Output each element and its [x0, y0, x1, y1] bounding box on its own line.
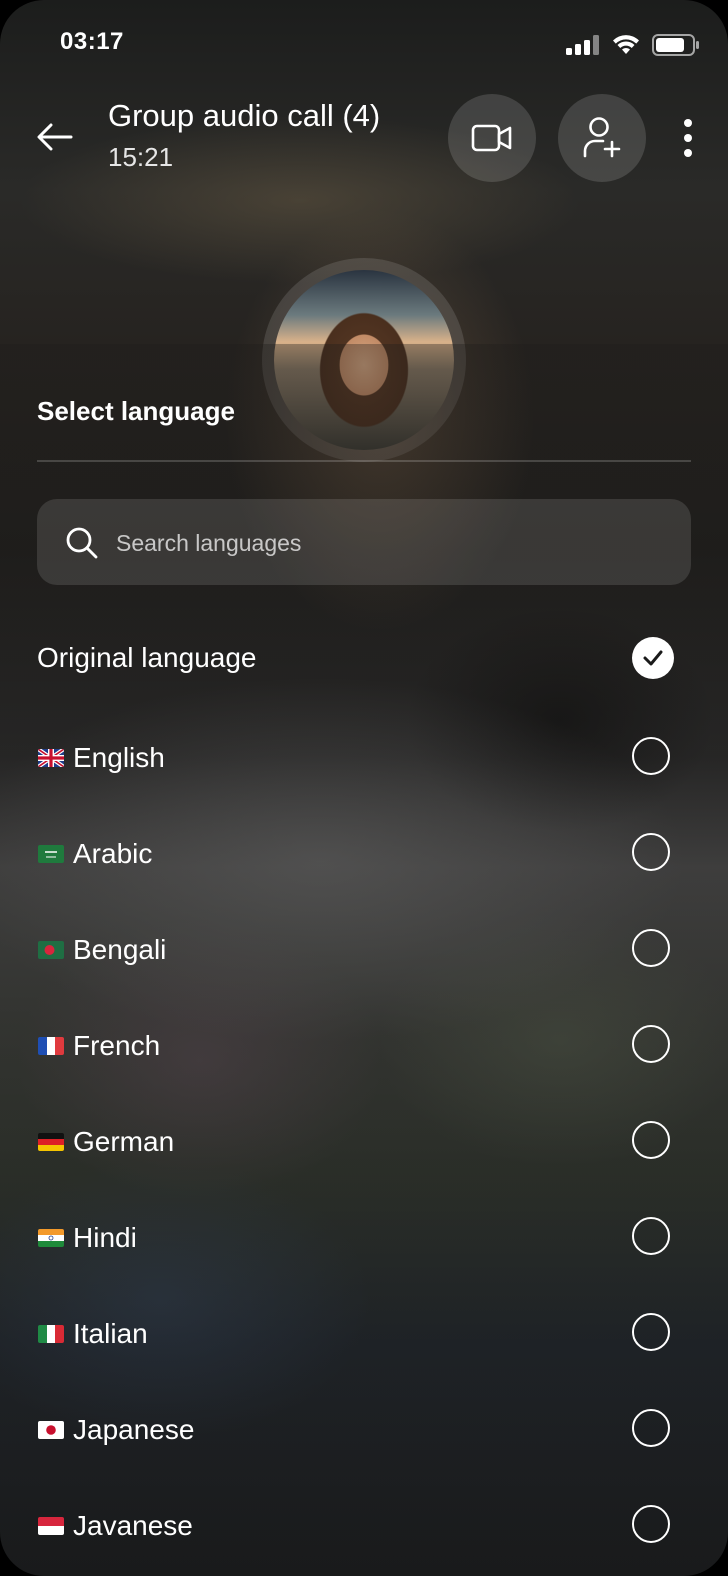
language-label: French: [73, 1030, 161, 1061]
language-row-arabic[interactable]: Arabic: [0, 806, 728, 902]
battery-icon: [652, 34, 699, 56]
radio-button[interactable]: [632, 833, 670, 871]
language-label: English: [73, 742, 165, 773]
language-label: Bengali: [73, 934, 167, 965]
radio-button[interactable]: [632, 1505, 670, 1543]
flag-uk-icon: [38, 749, 64, 767]
flag-italy-icon: [38, 1325, 64, 1343]
language-label: German: [73, 1126, 175, 1157]
more-vertical-icon: [684, 119, 692, 127]
status-time: 03:17: [60, 28, 124, 55]
language-label: Italian: [73, 1318, 148, 1349]
language-row-javanese[interactable]: Javanese: [0, 1478, 728, 1574]
back-arrow-icon: [37, 123, 73, 151]
language-label: Original language: [37, 642, 257, 673]
language-row-german[interactable]: German: [0, 1094, 728, 1190]
search-field[interactable]: [37, 499, 691, 587]
status-bar: 03:17: [0, 0, 728, 90]
flag-germany-icon: [38, 1133, 64, 1151]
radio-button[interactable]: [632, 737, 670, 775]
language-row-japanese[interactable]: Japanese: [0, 1382, 728, 1478]
language-row-italian[interactable]: Italian: [0, 1286, 728, 1382]
more-vertical-icon-dot: [684, 134, 692, 142]
radio-button[interactable]: [632, 929, 670, 967]
video-camera-icon: [471, 124, 512, 152]
back-button[interactable]: [30, 112, 80, 162]
sheet-title: Select language: [37, 396, 235, 426]
search-icon: [66, 527, 98, 559]
radio-button[interactable]: [632, 1313, 670, 1351]
language-row-french[interactable]: French: [0, 998, 728, 1094]
language-label: Javanese: [73, 1510, 193, 1541]
add-person-icon: [583, 117, 621, 158]
selected-check-icon[interactable]: [632, 637, 674, 679]
more-vertical-icon-dot: [684, 149, 692, 157]
radio-button[interactable]: [632, 1409, 670, 1447]
flag-bangladesh-icon: [38, 941, 64, 959]
divider: [37, 460, 691, 462]
language-label: Japanese: [73, 1414, 195, 1445]
flag-indonesia-icon: [38, 1517, 64, 1535]
language-row-hindi[interactable]: Hindi: [0, 1190, 728, 1286]
language-sheet: Select language Original language: [0, 344, 728, 1576]
call-timer: 15:21: [108, 142, 174, 172]
flag-india-icon: [38, 1229, 64, 1247]
language-label: Hindi: [73, 1222, 137, 1253]
video-call-button[interactable]: [448, 94, 536, 182]
radio-button[interactable]: [632, 1025, 670, 1063]
call-title: Group audio call (4): [108, 98, 381, 133]
call-screen: 03:17 Group audio call (4) 15:21 Select …: [0, 0, 728, 1576]
language-row-bengali[interactable]: Bengali: [0, 902, 728, 998]
status-icons: [566, 34, 700, 56]
flag-japan-icon: [38, 1421, 64, 1439]
flag-saudi-arabia-icon: [38, 845, 64, 863]
wifi-icon: [613, 35, 639, 54]
signal-icon: [566, 35, 599, 55]
language-row-english[interactable]: English: [0, 710, 728, 806]
flag-france-icon: [38, 1037, 64, 1055]
language-row-original[interactable]: Original language: [0, 610, 728, 706]
add-participant-button[interactable]: [558, 94, 646, 182]
search-input[interactable]: [114, 499, 658, 587]
more-options-button[interactable]: [668, 112, 708, 164]
language-label: Arabic: [73, 838, 153, 869]
radio-button[interactable]: [632, 1217, 670, 1255]
radio-button[interactable]: [632, 1121, 670, 1159]
